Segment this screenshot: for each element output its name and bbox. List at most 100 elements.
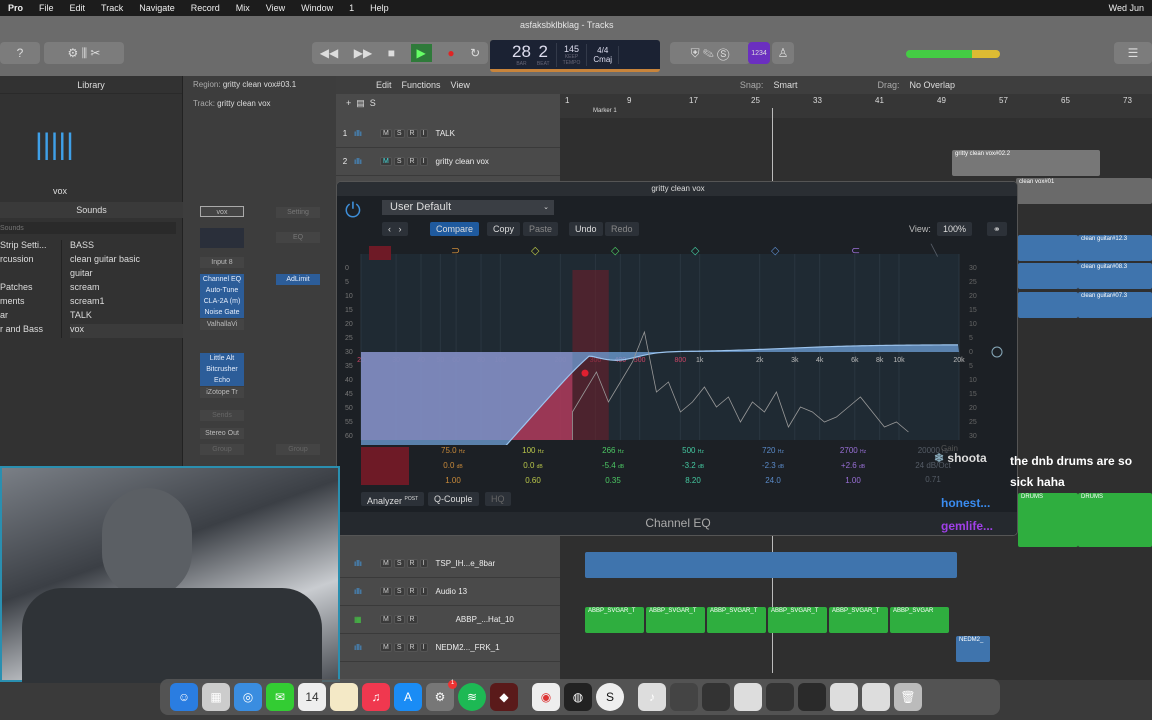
band-column[interactable]: 266 Hz -5.4 dB 0.35 bbox=[583, 444, 643, 488]
input-monitor-button[interactable]: I bbox=[419, 559, 428, 568]
window-thumbnail[interactable] bbox=[702, 683, 730, 711]
record-enable-button[interactable]: R bbox=[406, 643, 418, 652]
menu-navigate[interactable]: Navigate bbox=[131, 3, 183, 13]
output-slot[interactable]: Stereo Out bbox=[200, 428, 244, 439]
editors-toolbar-group[interactable]: ⚙ ⫼ ✂ bbox=[44, 42, 124, 64]
input-monitor-button[interactable]: I bbox=[419, 129, 428, 138]
eq-button[interactable]: EQ bbox=[276, 232, 320, 243]
launchpad-icon[interactable]: ▦ bbox=[202, 683, 230, 711]
patch-item[interactable]: BASS bbox=[70, 240, 183, 254]
window-thumbnail[interactable] bbox=[862, 683, 890, 711]
plugin-slot[interactable]: Noise Gate bbox=[200, 307, 244, 318]
record-enable-button[interactable]: R bbox=[406, 559, 418, 568]
group-slot[interactable]: Group bbox=[276, 444, 320, 455]
audio-region[interactable]: clean vox#01 bbox=[1016, 178, 1152, 204]
audio-region[interactable]: gritty clean vox#02.2 bbox=[952, 150, 1100, 176]
safari-icon[interactable]: ◎ bbox=[234, 683, 262, 711]
region-header[interactable]: Region: gritty clean vox#03.1 bbox=[193, 80, 296, 89]
setting-button[interactable]: Setting bbox=[276, 207, 320, 218]
record-enable-button[interactable]: R bbox=[406, 129, 418, 138]
band-frequency[interactable]: 720 Hz bbox=[743, 444, 803, 459]
count-in-button[interactable]: 1234 bbox=[748, 42, 770, 64]
forward-icon[interactable]: ▶▶ bbox=[354, 46, 372, 60]
track-row[interactable]: ıllı M S R I NEDM2..._FRK_1 bbox=[336, 634, 560, 662]
category-item[interactable]: ments bbox=[0, 296, 60, 310]
track-header[interactable]: Track: gritty clean vox bbox=[193, 99, 271, 108]
menu-1[interactable]: 1 bbox=[341, 3, 362, 13]
band-column[interactable]: 100 Hz 0.0 dB 0.60 bbox=[503, 444, 563, 488]
solo-button[interactable]: S bbox=[393, 559, 405, 568]
band-frequency[interactable]: 75.0 Hz bbox=[423, 444, 483, 459]
plugin-slot[interactable]: Echo bbox=[200, 375, 244, 386]
mute-button[interactable]: M bbox=[380, 587, 392, 596]
band-column[interactable]: 75.0 Hz 0.0 dB 1.00 bbox=[423, 444, 483, 488]
menu-help[interactable]: Help bbox=[362, 3, 397, 13]
notes-icon[interactable] bbox=[330, 683, 358, 711]
solo-button[interactable]: S bbox=[393, 129, 405, 138]
ableton-icon[interactable]: ◆ bbox=[490, 683, 518, 711]
mute-button[interactable]: M bbox=[380, 157, 392, 166]
category-item[interactable]: ar bbox=[0, 310, 60, 324]
eq-thumbnail[interactable] bbox=[200, 228, 244, 248]
record-enable-button[interactable]: R bbox=[406, 157, 418, 166]
band-column[interactable]: 500 Hz -3.2 dB 8.20 bbox=[663, 444, 723, 488]
input-monitor-button[interactable]: I bbox=[419, 157, 428, 166]
track-row[interactable]: ıllı M S R I TSP_IH...e_8bar bbox=[336, 550, 560, 578]
patch-item[interactable]: scream bbox=[70, 282, 183, 296]
mute-button[interactable]: M bbox=[380, 643, 392, 652]
track-name[interactable]: TSP_IH...e_8bar bbox=[436, 559, 496, 568]
band-frequency[interactable]: 266 Hz bbox=[583, 444, 643, 459]
add-track-button[interactable]: + ▤ S bbox=[346, 98, 426, 112]
ruler[interactable]: 1 9 17 25 33 41 49 57 65 73 bbox=[560, 94, 1152, 118]
hq-button[interactable]: HQ bbox=[485, 492, 511, 506]
track-name[interactable]: ABBP_...Hat_10 bbox=[456, 615, 514, 624]
audio-region[interactable] bbox=[1018, 235, 1078, 261]
track-name[interactable]: Audio 13 bbox=[436, 587, 468, 596]
band-gain[interactable]: -3.2 dB bbox=[663, 459, 723, 474]
audio-region[interactable]: clean guitar#12.3 bbox=[1078, 235, 1152, 261]
menu-edit[interactable]: Edit bbox=[62, 3, 94, 13]
menu-mix[interactable]: Mix bbox=[228, 3, 258, 13]
menu-view[interactable]: View bbox=[258, 3, 293, 13]
chrome-icon[interactable]: ◉ bbox=[532, 683, 560, 711]
band-gain[interactable]: -5.4 dB bbox=[583, 459, 643, 474]
band-q[interactable]: 24.0 bbox=[743, 474, 803, 488]
calendar-icon[interactable]: 14 bbox=[298, 683, 326, 711]
band-frequency[interactable]: 500 Hz bbox=[663, 444, 723, 459]
window-thumbnail[interactable] bbox=[670, 683, 698, 711]
tool-group[interactable]: ⛨ ✎ Ⓢ bbox=[670, 42, 750, 64]
app-store-icon[interactable]: A bbox=[394, 683, 422, 711]
trash-icon[interactable]: 🗑 bbox=[894, 683, 922, 711]
mute-button[interactable]: M bbox=[380, 559, 392, 568]
strip-name[interactable]: vox bbox=[200, 206, 244, 217]
plugin-slot[interactable]: iZotope Tr bbox=[200, 387, 244, 398]
link-icon[interactable]: ⚭ bbox=[987, 222, 1007, 236]
category-item[interactable]: rcussion bbox=[0, 254, 60, 268]
messages-icon[interactable]: ✉ bbox=[266, 683, 294, 711]
undo-button[interactable]: Undo bbox=[569, 222, 603, 236]
audio-region[interactable]: NEDM2_ bbox=[956, 636, 990, 662]
marker[interactable]: Marker 1 bbox=[593, 108, 617, 114]
solo-button[interactable]: S bbox=[393, 587, 405, 596]
menu-file[interactable]: File bbox=[31, 3, 62, 13]
patch-item[interactable]: scream1 bbox=[70, 296, 183, 310]
window-thumbnail[interactable] bbox=[798, 683, 826, 711]
drummer-region[interactable]: ABBP_SVGAR_T bbox=[646, 607, 705, 633]
track-row[interactable]: ▦ M S R ABBP_...Hat_10 bbox=[336, 606, 560, 634]
system-settings-icon[interactable]: ⚙ 1 bbox=[426, 680, 457, 711]
band-column[interactable]: 720 Hz -2.3 dB 24.0 bbox=[743, 444, 803, 488]
plugin-slot[interactable]: AdLimit bbox=[276, 274, 320, 285]
plugin-slot[interactable]: Channel EQ bbox=[200, 274, 244, 285]
splice-icon[interactable]: S bbox=[596, 683, 624, 711]
patch-item[interactable]: TALK bbox=[70, 310, 183, 324]
patch-item[interactable]: guitar bbox=[70, 268, 183, 282]
drummer-region[interactable]: ABBP_SVGAR_T bbox=[829, 607, 888, 633]
solo-button[interactable]: S bbox=[393, 615, 405, 624]
music-file-icon[interactable]: ♪ bbox=[638, 683, 666, 711]
plugin-slot[interactable]: CLA-2A (m) bbox=[200, 296, 244, 307]
plugin-slot[interactable]: Little Alt bbox=[200, 353, 244, 364]
edit-menu[interactable]: Edit bbox=[376, 80, 392, 90]
view-menu[interactable]: View bbox=[451, 80, 470, 90]
metronome-icon[interactable]: ♙ bbox=[772, 42, 794, 64]
audio-region[interactable]: clean guitar#08.3 bbox=[1078, 263, 1152, 289]
